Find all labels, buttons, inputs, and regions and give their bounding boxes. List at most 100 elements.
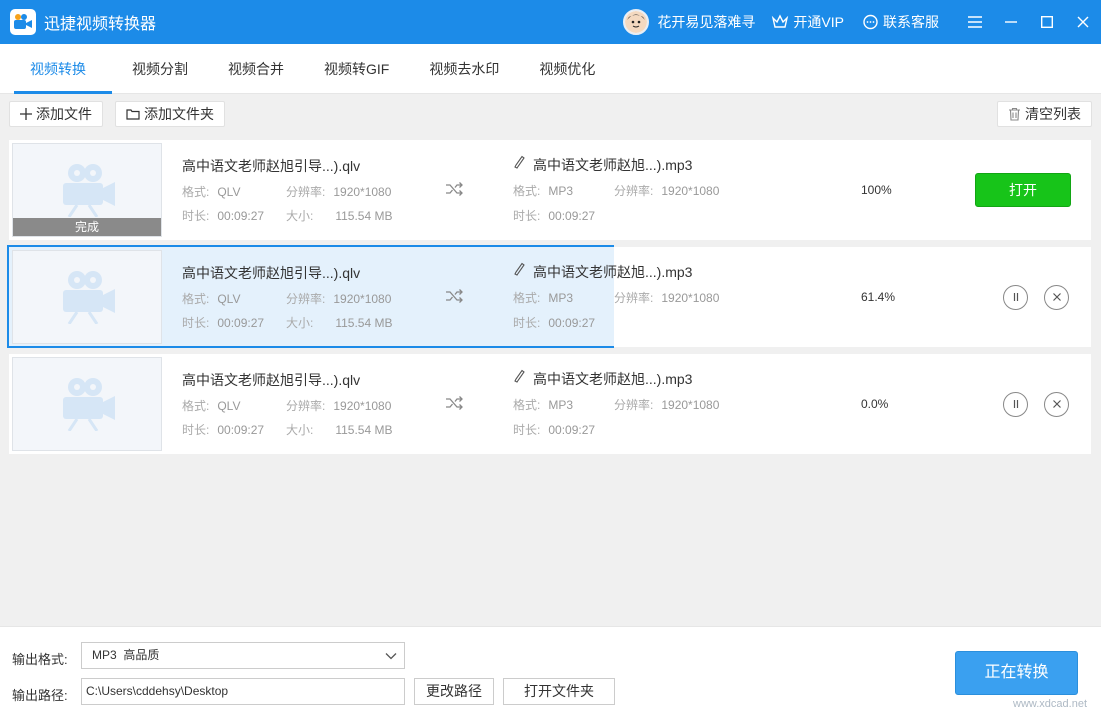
user-avatar[interactable] (623, 9, 650, 35)
add-folder-label: 添加文件夹 (144, 106, 214, 122)
output-duration: 时长: 00:09:27 (513, 209, 596, 223)
source-size: 大小: 115.54 MB (286, 316, 393, 330)
close-icon (1052, 290, 1062, 305)
output-path-label: 输出路径: (12, 688, 68, 703)
source-file-name: 高中语文老师赵旭引导...).qlv (182, 265, 361, 281)
video-camera-icon (57, 375, 117, 434)
folder-icon (126, 109, 140, 120)
video-thumbnail (12, 250, 162, 344)
source-duration: 时长: 00:09:27 (182, 423, 265, 437)
video-thumbnail (12, 357, 162, 451)
output-file-name: 高中语文老师赵旭...).mp3 (533, 157, 693, 173)
output-format: 格式: MP3 (513, 291, 574, 305)
source-size: 大小: 115.54 MB (286, 209, 393, 223)
cancel-button[interactable] (1044, 392, 1069, 417)
source-duration: 时长: 00:09:27 (182, 316, 265, 330)
chat-icon (863, 14, 878, 29)
output-resolution: 分辨率: 1920*1080 (614, 398, 720, 412)
close-icon (1052, 397, 1062, 412)
progress-percent: 0.0% (861, 397, 889, 411)
close-button[interactable] (1065, 0, 1101, 44)
tab-bar: 视频转换 视频分割 视频合并 视频转GIF 视频去水印 视频优化 (0, 44, 1101, 94)
output-resolution: 分辨率: 1920*1080 (614, 184, 720, 198)
pause-button[interactable] (1003, 285, 1028, 310)
tab-video-split[interactable]: 视频分割 (112, 44, 208, 94)
output-settings-panel: 输出格式: MP3 高品质 输出路径: C:\Users\cddehsy\Des… (0, 626, 1101, 718)
output-format: 格式: MP3 (513, 184, 574, 198)
edit-name-icon[interactable] (514, 369, 526, 386)
file-row[interactable]: 高中语文老师赵旭引导...).qlv 格式: QLV 分辨率: 1920*1080 时长:… (9, 354, 1091, 454)
chevron-down-icon (385, 653, 397, 660)
video-camera-icon (57, 161, 117, 220)
source-format: 格式: QLV (182, 185, 241, 199)
edit-name-icon[interactable] (514, 155, 526, 172)
tab-remove-watermark[interactable]: 视频去水印 (409, 44, 519, 94)
add-file-button[interactable]: 添加文件 (9, 101, 103, 127)
source-format: 格式: QLV (182, 292, 241, 306)
convert-arrow-icon (445, 182, 463, 199)
progress-percent: 100% (861, 183, 892, 197)
pause-icon (1011, 397, 1021, 412)
output-format: 格式: MP3 (513, 398, 574, 412)
vip-link[interactable]: 开通VIP (771, 12, 844, 32)
open-folder-button[interactable]: 打开文件夹 (503, 678, 615, 705)
output-path-input[interactable]: C:\Users\cddehsy\Desktop (81, 678, 405, 705)
crown-icon (772, 14, 789, 28)
output-resolution: 分辨率: 1920*1080 (614, 291, 720, 305)
source-resolution: 分辨率: 1920*1080 (286, 292, 392, 306)
toolbar: 添加文件 添加文件夹 清空列表 (0, 95, 1101, 135)
output-format-label: 输出格式: (12, 652, 68, 667)
vip-label: 开通VIP (793, 14, 844, 30)
pause-button[interactable] (1003, 392, 1028, 417)
app-logo-icon (10, 9, 36, 35)
username[interactable]: 花开易见落难寻 (657, 12, 755, 32)
trash-icon (1009, 107, 1020, 121)
maximize-icon (1041, 16, 1053, 28)
add-folder-button[interactable]: 添加文件夹 (115, 101, 225, 127)
app-title: 迅捷视频转换器 (44, 16, 157, 33)
tab-video-convert[interactable]: 视频转换 (0, 44, 112, 94)
convert-button[interactable]: 正在转换 (955, 651, 1078, 695)
edit-name-icon[interactable] (514, 262, 526, 279)
title-bar: 迅捷视频转换器 花开易见落难寻 开通VIP 联系客服 (0, 0, 1101, 44)
output-file-name: 高中语文老师赵旭...).mp3 (533, 264, 693, 280)
source-duration: 时长: 00:09:27 (182, 209, 265, 223)
source-format: 格式: QLV (182, 399, 241, 413)
output-duration: 时长: 00:09:27 (513, 423, 596, 437)
source-resolution: 分辨率: 1920*1080 (286, 185, 392, 199)
source-file-name: 高中语文老师赵旭引导...).qlv (182, 158, 361, 174)
output-duration: 时长: 00:09:27 (513, 316, 596, 330)
output-file-name: 高中语文老师赵旭...).mp3 (533, 371, 693, 387)
menu-button[interactable] (957, 0, 993, 44)
open-button[interactable]: 打开 (975, 173, 1071, 207)
pause-icon (1011, 290, 1021, 305)
video-camera-icon (57, 268, 117, 327)
progress-percent: 61.4% (861, 290, 896, 304)
tab-video-optimize[interactable]: 视频优化 (519, 44, 615, 94)
maximize-button[interactable] (1029, 0, 1065, 44)
minimize-button[interactable] (993, 0, 1029, 44)
tab-video-to-gif[interactable]: 视频转GIF (304, 44, 409, 94)
support-label: 联系客服 (883, 14, 939, 30)
video-thumbnail: 完成 (12, 143, 162, 237)
convert-arrow-icon (445, 396, 463, 413)
support-link[interactable]: 联系客服 (862, 12, 939, 32)
plus-icon (20, 108, 32, 120)
source-file-name: 高中语文老师赵旭引导...).qlv (182, 372, 361, 388)
clear-list-label: 清空列表 (1025, 106, 1081, 122)
hamburger-icon (968, 16, 982, 28)
add-file-label: 添加文件 (36, 106, 92, 122)
output-format-value: MP3 高品质 (92, 648, 160, 662)
change-path-button[interactable]: 更改路径 (414, 678, 494, 705)
minimize-icon (1005, 21, 1017, 23)
source-resolution: 分辨率: 1920*1080 (286, 399, 392, 413)
close-icon (1077, 16, 1089, 28)
file-row[interactable]: 完成 高中语文老师赵旭引导...).qlv 格式: QLV 分辨率: 1920*1080 时… (9, 140, 1091, 240)
clear-list-button[interactable]: 清空列表 (997, 101, 1092, 127)
file-row[interactable]: 高中语文老师赵旭引导...).qlv 格式: QLV 分辨率: 1920*1080 时长:… (7, 245, 1091, 348)
tab-video-merge[interactable]: 视频合并 (208, 44, 304, 94)
convert-arrow-icon (445, 289, 463, 306)
done-badge: 完成 (13, 218, 161, 236)
cancel-button[interactable] (1044, 285, 1069, 310)
output-format-select[interactable]: MP3 高品质 (81, 642, 405, 669)
